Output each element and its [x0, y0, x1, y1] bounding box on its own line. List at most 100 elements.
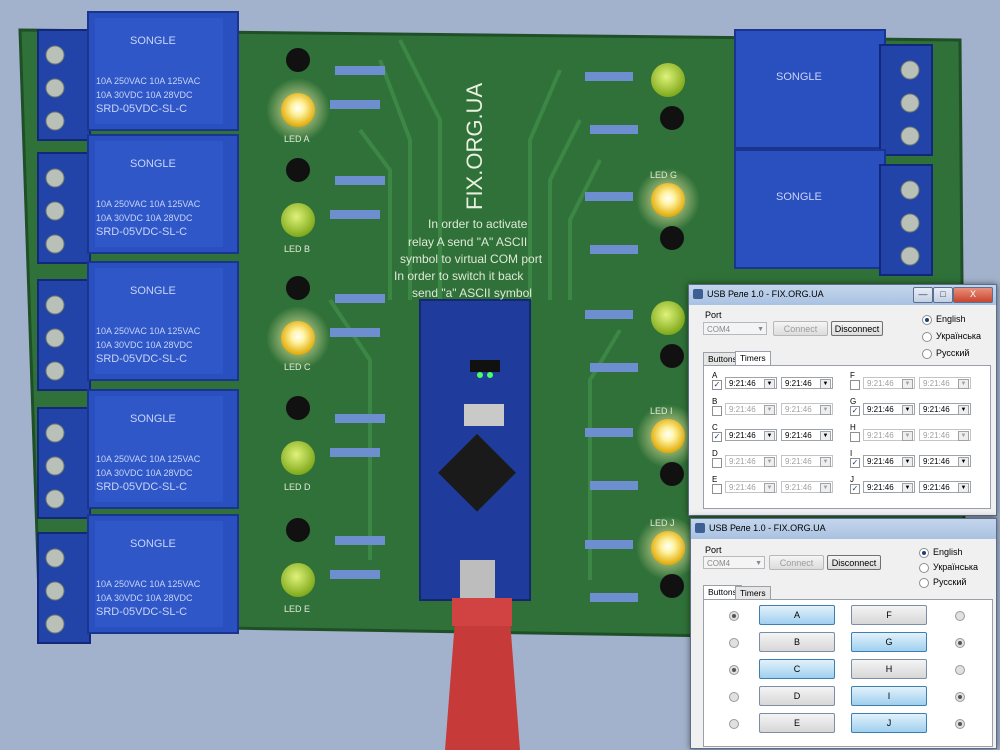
timer-on-picker[interactable]: 9:21:46 ▼	[863, 481, 915, 493]
tab-timers[interactable]: Timers	[735, 586, 771, 600]
language-radio[interactable]	[922, 315, 932, 325]
calendar-dropdown-icon[interactable]: ▼	[820, 457, 831, 467]
timer-off-picker[interactable]: 9:21:46 ▼	[919, 429, 971, 441]
calendar-dropdown-icon[interactable]: ▼	[902, 457, 913, 467]
calendar-dropdown-icon[interactable]: ▼	[820, 379, 831, 389]
timer-enable-checkbox[interactable]	[712, 458, 722, 468]
timer-enable-checkbox[interactable]	[850, 432, 860, 442]
calendar-dropdown-icon[interactable]: ▼	[820, 431, 831, 441]
relay-button[interactable]: I	[851, 686, 927, 706]
resistor	[585, 540, 633, 549]
minimize-button[interactable]: —	[913, 287, 933, 303]
timer-on-picker[interactable]: 9:21:46 ▼	[725, 455, 777, 467]
calendar-dropdown-icon[interactable]: ▼	[764, 405, 775, 415]
disconnect-button[interactable]: Disconnect	[831, 321, 883, 336]
timer-enable-checkbox[interactable]: ✓	[712, 432, 722, 442]
timer-off-picker[interactable]: 9:21:46 ▼	[781, 455, 833, 467]
timer-enable-checkbox[interactable]: ✓	[712, 380, 722, 390]
transistor	[286, 276, 310, 300]
connect-button[interactable]: Connect	[773, 321, 828, 336]
language-radio[interactable]	[922, 349, 932, 359]
language-label: English	[933, 547, 963, 557]
language-radio[interactable]	[922, 332, 932, 342]
language-radio[interactable]	[919, 548, 929, 558]
led	[651, 419, 685, 453]
terminal-screw	[45, 168, 65, 188]
language-label: English	[936, 314, 966, 324]
disconnect-button[interactable]: Disconnect	[827, 555, 881, 570]
calendar-dropdown-icon[interactable]: ▼	[902, 431, 913, 441]
timer-on-value: 9:21:46	[729, 457, 756, 466]
relay-button[interactable]: B	[759, 632, 835, 652]
relay-button[interactable]: C	[759, 659, 835, 679]
timer-enable-checkbox[interactable]	[712, 406, 722, 416]
timer-enable-checkbox[interactable]	[850, 380, 860, 390]
relay-button[interactable]: H	[851, 659, 927, 679]
timer-off-picker[interactable]: 9:21:46 ▼	[919, 481, 971, 493]
timer-on-picker[interactable]: 9:21:46 ▼	[725, 377, 777, 389]
maximize-button[interactable]: □	[933, 287, 953, 303]
language-radio[interactable]	[919, 578, 929, 588]
led-label: LED D	[284, 482, 311, 492]
relay-button[interactable]: D	[759, 686, 835, 706]
resistor	[330, 100, 380, 109]
timer-enable-checkbox[interactable]: ✓	[850, 458, 860, 468]
timer-off-picker[interactable]: 9:21:46 ▼	[781, 377, 833, 389]
terminal-screw	[45, 423, 65, 443]
timer-on-picker[interactable]: 9:21:46 ▼	[863, 403, 915, 415]
calendar-dropdown-icon[interactable]: ▼	[958, 431, 969, 441]
timer-on-value: 9:21:46	[729, 405, 756, 414]
calendar-dropdown-icon[interactable]: ▼	[958, 457, 969, 467]
port-label: Port	[705, 545, 722, 555]
timer-off-picker[interactable]: 9:21:46 ▼	[781, 481, 833, 493]
resistor	[585, 192, 633, 201]
calendar-dropdown-icon[interactable]: ▼	[764, 431, 775, 441]
relay-brand: SONGLE	[130, 413, 176, 425]
timer-off-picker[interactable]: 9:21:46 ▼	[919, 377, 971, 389]
relay-button[interactable]: G	[851, 632, 927, 652]
calendar-dropdown-icon[interactable]: ▼	[902, 405, 913, 415]
calendar-dropdown-icon[interactable]: ▼	[902, 483, 913, 493]
app-icon	[695, 523, 705, 533]
relay-button[interactable]: E	[759, 713, 835, 733]
timer-on-picker[interactable]: 9:21:46 ▼	[725, 481, 777, 493]
relay-button[interactable]: J	[851, 713, 927, 733]
calendar-dropdown-icon[interactable]: ▼	[820, 405, 831, 415]
timer-enable-checkbox[interactable]	[712, 484, 722, 494]
terminal-screw	[45, 201, 65, 221]
relay-state-indicator	[729, 638, 739, 648]
close-button[interactable]: X	[953, 287, 993, 303]
timer-on-picker[interactable]: 9:21:46 ▼	[725, 403, 777, 415]
calendar-dropdown-icon[interactable]: ▼	[958, 379, 969, 389]
calendar-dropdown-icon[interactable]: ▼	[764, 483, 775, 493]
calendar-dropdown-icon[interactable]: ▼	[820, 483, 831, 493]
timer-on-picker[interactable]: 9:21:46 ▼	[863, 377, 915, 389]
tab-timers[interactable]: Timers	[735, 351, 771, 366]
timer-off-picker[interactable]: 9:21:46 ▼	[919, 455, 971, 467]
resistor	[585, 310, 633, 319]
timer-off-value: 9:21:46	[923, 379, 950, 388]
calendar-dropdown-icon[interactable]: ▼	[764, 379, 775, 389]
calendar-dropdown-icon[interactable]: ▼	[764, 457, 775, 467]
terminal-screw	[45, 489, 65, 509]
timer-enable-checkbox[interactable]: ✓	[850, 484, 860, 494]
timer-on-picker[interactable]: 9:21:46 ▼	[863, 429, 915, 441]
language-radio[interactable]	[919, 563, 929, 573]
relay-button[interactable]: A	[759, 605, 835, 625]
timer-on-picker[interactable]: 9:21:46 ▼	[725, 429, 777, 441]
timer-on-value: 9:21:46	[729, 483, 756, 492]
relay-button[interactable]: F	[851, 605, 927, 625]
port-combo[interactable]: COM4 ▼	[703, 556, 765, 569]
port-combo[interactable]: COM4 ▼	[703, 322, 767, 335]
timer-on-picker[interactable]: 9:21:46 ▼	[863, 455, 915, 467]
calendar-dropdown-icon[interactable]: ▼	[958, 483, 969, 493]
connect-button[interactable]: Connect	[769, 555, 824, 570]
title-bar[interactable]: USB Реле 1.0 - FIX.ORG.UA — □ X	[689, 285, 996, 305]
timer-off-picker[interactable]: 9:21:46 ▼	[919, 403, 971, 415]
timer-off-picker[interactable]: 9:21:46 ▼	[781, 429, 833, 441]
calendar-dropdown-icon[interactable]: ▼	[958, 405, 969, 415]
calendar-dropdown-icon[interactable]: ▼	[902, 379, 913, 389]
timer-off-picker[interactable]: 9:21:46 ▼	[781, 403, 833, 415]
timer-enable-checkbox[interactable]: ✓	[850, 406, 860, 416]
title-bar[interactable]: USB Реле 1.0 - FIX.ORG.UA	[691, 519, 996, 539]
